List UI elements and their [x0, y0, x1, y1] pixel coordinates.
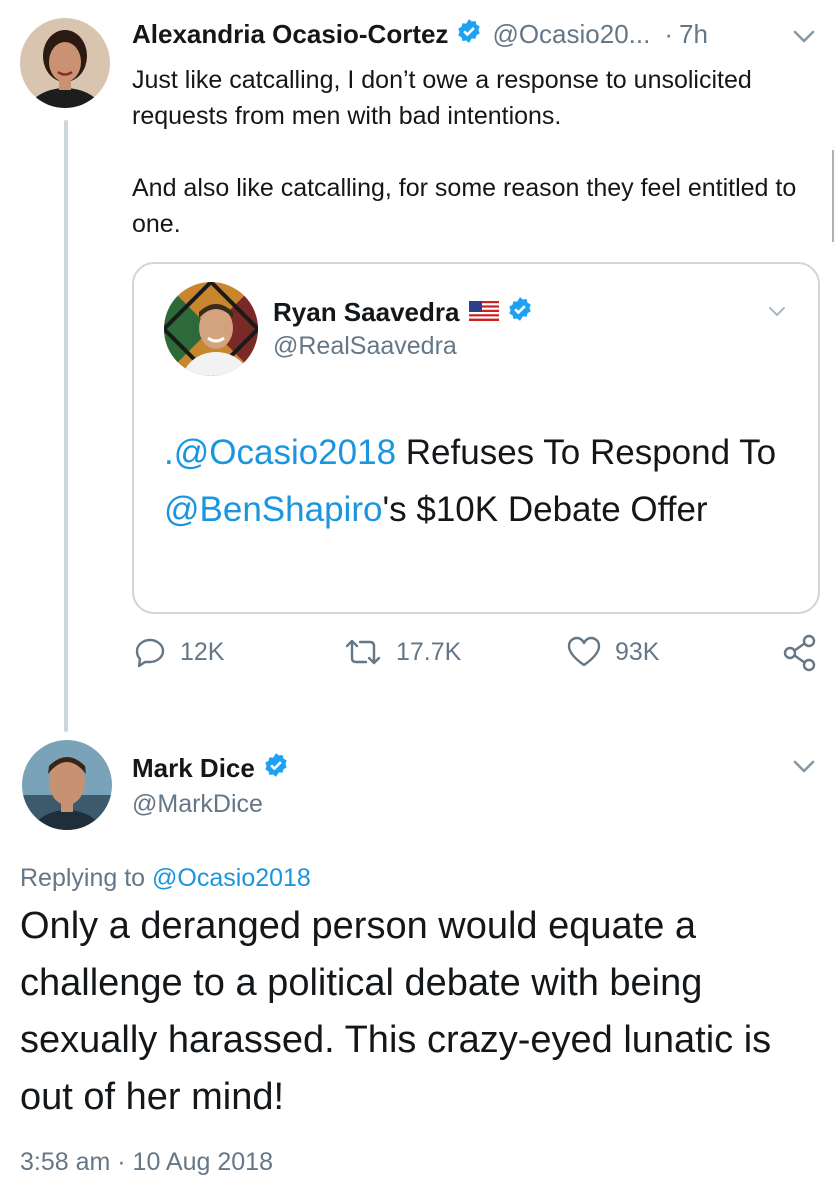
tweet-text-paragraph-1: Just like catcalling, I don’t owe a resp…	[132, 66, 752, 130]
tweet-text-paragraph-2: And also like catcalling, for some reaso…	[132, 174, 797, 238]
author-name[interactable]: Alexandria Ocasio-Cortez	[132, 19, 448, 50]
heart-icon	[567, 636, 601, 667]
mention-link[interactable]: @BenShapiro	[164, 490, 382, 529]
share-button[interactable]	[782, 634, 832, 672]
retweet-button[interactable]: 17.7K	[344, 636, 461, 668]
retweet-icon	[345, 639, 381, 665]
tweet-header: Alexandria Ocasio-Cortez @Ocasio20... · …	[132, 18, 708, 51]
reply-tweet-text: Only a deranged person would equate a ch…	[20, 905, 772, 1118]
us-flag-icon	[469, 297, 500, 328]
quoted-author-name[interactable]: Ryan Saavedra	[273, 297, 459, 328]
reply-author-name[interactable]: Mark Dice	[132, 753, 255, 784]
author-avatar[interactable]	[20, 18, 110, 108]
verified-badge-icon	[507, 296, 533, 329]
quoted-author-avatar[interactable]	[164, 282, 258, 376]
scrollbar[interactable]	[832, 150, 834, 242]
separator-dot: ·	[664, 19, 674, 49]
retweet-count: 17.7K	[396, 637, 462, 666]
reply-tweet-header: Mark Dice	[132, 752, 289, 785]
mention-link[interactable]: .@Ocasio2018	[164, 433, 396, 472]
reply-author-avatar[interactable]	[22, 740, 112, 830]
thread-connector-line	[64, 120, 68, 732]
reply-button[interactable]: 12K	[134, 636, 224, 668]
reply-icon	[135, 638, 165, 668]
quoted-author-handle[interactable]: @RealSaavedra	[273, 332, 457, 361]
quoted-text-part: 's $10K Debate Offer	[382, 490, 708, 529]
like-count: 93K	[615, 637, 660, 666]
replying-to-label: Replying to	[20, 864, 153, 892]
author-handle[interactable]: @Ocasio20...	[492, 19, 650, 50]
replying-to-handle-link[interactable]: @Ocasio2018	[152, 864, 311, 892]
tweet-menu-chevron-icon[interactable]	[790, 22, 818, 55]
reply-timestamp[interactable]: 3:58 am · 10 Aug 2018	[20, 1148, 273, 1177]
replying-to-line: Replying to @Ocasio2018	[20, 864, 311, 893]
quoted-tweet-header: Ryan Saavedra	[273, 296, 533, 329]
share-icon	[783, 634, 816, 672]
quoted-text-part: Refuses To Respond To	[396, 433, 777, 472]
quoted-menu-chevron-icon[interactable]	[766, 300, 788, 327]
verified-badge-icon	[263, 752, 289, 785]
quoted-tweet-text: .@Ocasio2018 Refuses To Respond To @BenS…	[164, 424, 794, 538]
verified-badge-icon	[456, 18, 482, 51]
tweet-time[interactable]: 7h	[679, 19, 708, 50]
reply-menu-chevron-icon[interactable]	[790, 752, 818, 785]
reply-author-handle[interactable]: @MarkDice	[132, 790, 263, 819]
like-button[interactable]: 93K	[567, 636, 659, 668]
tweet-text: Just like catcalling, I don’t owe a resp…	[132, 62, 812, 278]
reply-count: 12K	[180, 637, 225, 666]
